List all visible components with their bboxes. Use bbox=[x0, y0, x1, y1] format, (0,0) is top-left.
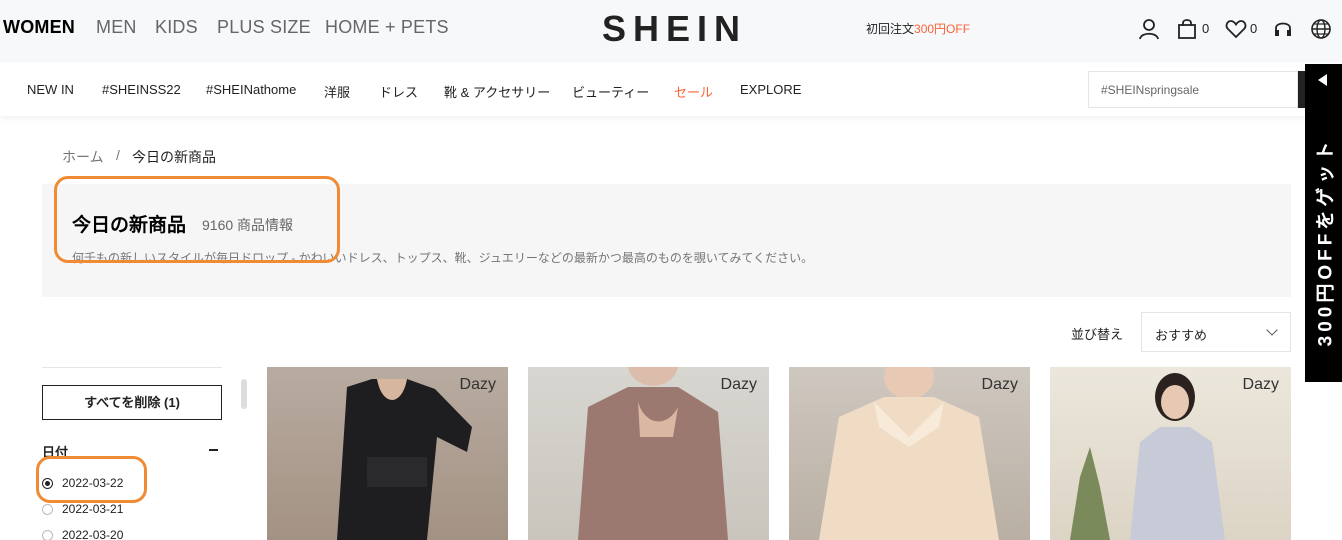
promo-highlight: 300円OFF bbox=[914, 22, 971, 36]
nav-shoes-accessories[interactable]: 靴 & アクセサリー bbox=[444, 82, 550, 101]
main-nav: NEW IN #SHEINSS22 #SHEINathome 洋服 ドレス 靴 … bbox=[0, 62, 1342, 116]
breadcrumb-home[interactable]: ホーム bbox=[62, 147, 104, 167]
sort-label: 並び替え bbox=[1071, 327, 1124, 342]
chevron-down-icon bbox=[1266, 324, 1278, 336]
product-brand: Dazy bbox=[459, 376, 496, 393]
clear-all-button[interactable]: すべてを削除 (1) bbox=[42, 385, 222, 420]
cart-count: 0 bbox=[1202, 21, 1210, 36]
product-card[interactable]: Dazy bbox=[1050, 367, 1291, 540]
date-highlight-outline bbox=[36, 456, 147, 503]
side-promo-text: 300円OFFをゲット bbox=[1315, 137, 1336, 347]
promo-prefix: 初回注文 bbox=[866, 22, 915, 36]
collapse-arrow-icon[interactable] bbox=[1318, 74, 1327, 86]
filter-scrollbar[interactable] bbox=[241, 379, 247, 409]
title-highlight-outline bbox=[54, 176, 340, 263]
category-men[interactable]: MEN bbox=[96, 17, 137, 38]
product-brand: Dazy bbox=[1242, 376, 1279, 393]
globe-icon[interactable] bbox=[1310, 18, 1332, 40]
sort-value: おすすめ bbox=[1155, 328, 1208, 343]
category-plus-size[interactable]: PLUS SIZE bbox=[217, 17, 311, 38]
nav-sheinathome[interactable]: #SHEINathome bbox=[206, 82, 296, 97]
filter-divider bbox=[42, 367, 222, 368]
product-card[interactable]: Dazy bbox=[267, 367, 508, 540]
nav-clothing[interactable]: 洋服 bbox=[324, 82, 350, 101]
search-input[interactable]: #SHEINspringsale bbox=[1088, 71, 1298, 108]
wishlist-count: 0 bbox=[1250, 21, 1258, 36]
nav-explore[interactable]: EXPLORE bbox=[740, 82, 801, 97]
nav-dresses[interactable]: ドレス bbox=[379, 82, 418, 101]
headset-icon[interactable] bbox=[1273, 18, 1293, 40]
bag-icon[interactable] bbox=[1177, 18, 1197, 40]
user-icon[interactable] bbox=[1139, 18, 1159, 40]
nav-new-in[interactable]: NEW IN bbox=[27, 82, 74, 97]
side-promo-banner[interactable]: 300円OFFをゲット bbox=[1305, 64, 1342, 382]
radio-icon[interactable] bbox=[42, 530, 53, 540]
product-brand: Dazy bbox=[720, 376, 757, 393]
product-brand: Dazy bbox=[981, 376, 1018, 393]
top-bar: WOMEN MEN KIDS PLUS SIZE HOME + PETS SHE… bbox=[0, 0, 1342, 62]
sort-select[interactable]: おすすめ bbox=[1141, 312, 1291, 352]
breadcrumb-separator: / bbox=[116, 147, 120, 163]
breadcrumb-current: 今日の新商品 bbox=[132, 149, 216, 165]
nav-beauty[interactable]: ビューティー bbox=[572, 82, 649, 101]
date-option-label: 2022-03-20 bbox=[62, 528, 124, 540]
category-kids[interactable]: KIDS bbox=[155, 17, 198, 38]
category-women[interactable]: WOMEN bbox=[3, 17, 75, 38]
radio-icon[interactable] bbox=[42, 504, 53, 515]
nav-sheinss22[interactable]: #SHEINSS22 bbox=[102, 82, 181, 97]
date-option-label: 2022-03-21 bbox=[62, 502, 124, 516]
shein-logo[interactable]: SHEIN bbox=[602, 8, 747, 50]
product-card[interactable]: Dazy bbox=[528, 367, 769, 540]
category-home-pets[interactable]: HOME + PETS bbox=[325, 17, 449, 38]
nav-sale[interactable]: セール bbox=[674, 82, 713, 101]
heart-icon[interactable] bbox=[1225, 18, 1247, 40]
product-card[interactable]: Dazy bbox=[789, 367, 1030, 540]
first-order-promo[interactable]: 初回注文300円OFF bbox=[866, 20, 970, 37]
collapse-minus-icon[interactable] bbox=[209, 449, 218, 451]
